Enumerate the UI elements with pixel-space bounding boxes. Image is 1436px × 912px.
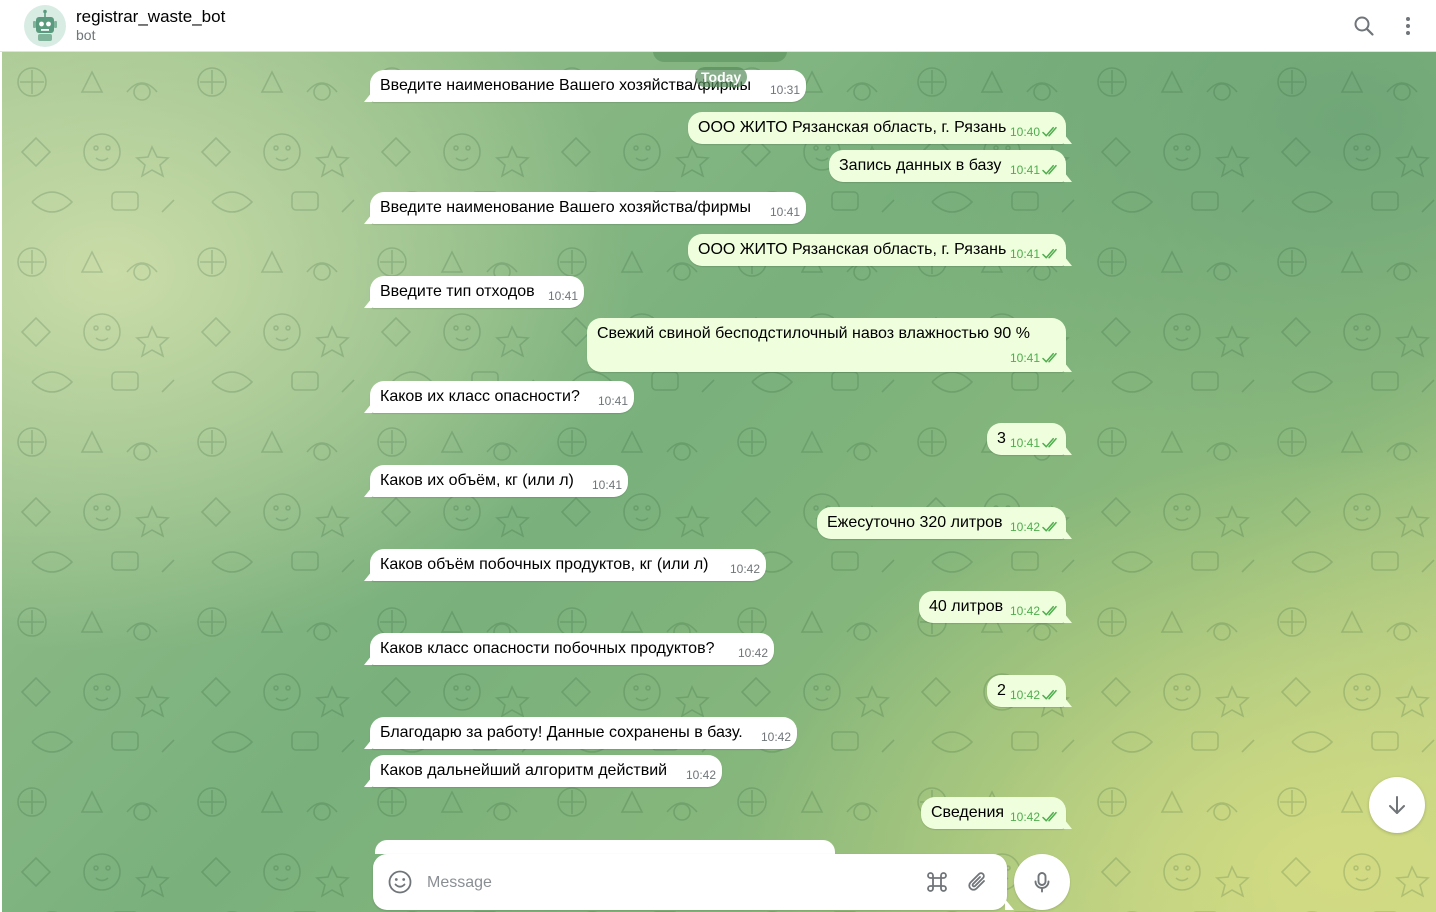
- message-bubble[interactable]: Каков дальнейший алгоритм действий 10:42: [370, 755, 722, 787]
- message-bubble[interactable]: Введите тип отходов 10:41: [370, 276, 584, 308]
- message-time: 10:42: [1009, 688, 1040, 702]
- more-vertical-icon: [1406, 17, 1410, 35]
- command-icon: [927, 872, 947, 892]
- unread-messages-divider: [653, 52, 787, 62]
- message-text: Введите наименование Вашего хозяйства/фи…: [380, 199, 752, 216]
- message-text: Введите тип отходов: [380, 283, 535, 300]
- double-check-icon: [1042, 126, 1057, 137]
- search-button[interactable]: [1351, 13, 1377, 39]
- message-text: 2: [997, 682, 1006, 699]
- message-text: Свежий свиной бесподстилочный навоз влаж…: [597, 325, 1030, 342]
- message-text: Запись данных в базу: [839, 157, 1002, 174]
- message-time: 10:41: [591, 478, 622, 492]
- message-bubble[interactable]: 2 10:42: [987, 675, 1066, 707]
- chat-background: Введите наименование Вашего хозяйства/фи…: [2, 52, 1436, 912]
- message-text: ООО ЖИТО Рязанская область, г. Рязань: [698, 119, 1007, 136]
- message-bubble[interactable]: ООО ЖИТО Рязанская область, г. Рязань 10…: [688, 112, 1066, 144]
- message-text: ООО ЖИТО Рязанская область, г. Рязань: [698, 241, 1007, 258]
- message-time: 10:42: [760, 730, 791, 744]
- chat-header: registrar_waste_bot bot: [0, 0, 1436, 52]
- message-text: Ежесуточно 320 литров: [827, 514, 1003, 531]
- chat-subtitle: bot: [76, 27, 96, 43]
- message-time: 10:41: [1009, 351, 1040, 365]
- message-time: 10:42: [729, 562, 760, 576]
- message-input[interactable]: [425, 868, 909, 898]
- message-bubble[interactable]: Введите наименование Вашего хозяйства/фи…: [370, 192, 806, 224]
- voice-record-button[interactable]: [1014, 854, 1070, 910]
- message-bubble[interactable]: Сведения 10:42: [921, 797, 1066, 829]
- message-bubble[interactable]: Благодарю за работу! Данные сохранены в …: [370, 717, 797, 749]
- message-time: 10:41: [1009, 247, 1040, 261]
- message-bubble[interactable]: Каков объём побочных продуктов, кг (или …: [370, 549, 766, 581]
- arrow-down-icon: [1389, 796, 1405, 814]
- chat-title[interactable]: registrar_waste_bot: [76, 7, 225, 27]
- attach-button[interactable]: [965, 869, 991, 895]
- message-time: 10:41: [1009, 163, 1040, 177]
- double-check-icon: [1042, 605, 1057, 616]
- message-time: 10:41: [769, 205, 800, 219]
- message-time: 10:41: [597, 394, 628, 408]
- message-text: Благодарю за работу! Данные сохранены в …: [380, 724, 743, 741]
- message-text: Сведения: [931, 804, 1005, 821]
- date-divider: Today: [695, 67, 748, 87]
- message-bubble[interactable]: 40 литров 10:42: [919, 591, 1066, 623]
- message-text: Каков их объём, кг (или л): [380, 472, 574, 489]
- message-bubble[interactable]: Каков их объём, кг (или л) 10:41: [370, 465, 628, 497]
- double-check-icon: [1042, 521, 1057, 532]
- message-time: 10:40: [1009, 125, 1040, 139]
- microphone-icon: [1034, 872, 1050, 893]
- message-list[interactable]: Введите наименование Вашего хозяйства/фи…: [2, 52, 1436, 912]
- double-check-icon: [1042, 811, 1057, 822]
- message-time: 10:41: [1009, 436, 1040, 450]
- scroll-to-bottom-button[interactable]: [1369, 777, 1425, 833]
- robot-avatar-icon[interactable]: [24, 5, 66, 47]
- paperclip-icon: [968, 872, 985, 891]
- double-check-icon: [1042, 689, 1057, 700]
- message-text: Каков класс опасности побочных продуктов…: [380, 640, 715, 657]
- message-bubble[interactable]: Каков класс опасности побочных продуктов…: [370, 633, 774, 665]
- message-time: 10:31: [769, 83, 800, 97]
- message-time: 10:42: [1009, 810, 1040, 824]
- message-time: 10:42: [1009, 520, 1040, 534]
- message-bubble-partial[interactable]: [375, 840, 835, 854]
- emoji-button[interactable]: [387, 869, 413, 895]
- double-check-icon: [1042, 248, 1057, 259]
- message-bubble[interactable]: Свежий свиной бесподстилочный навоз влаж…: [587, 318, 1066, 372]
- message-time: 10:42: [1009, 604, 1040, 618]
- message-bubble[interactable]: ООО ЖИТО Рязанская область, г. Рязань 10…: [688, 234, 1066, 266]
- message-bubble[interactable]: Запись данных в базу 10:41: [829, 150, 1066, 182]
- message-bubble[interactable]: 3 10:41: [987, 423, 1066, 455]
- message-text: Каков дальнейший алгоритм действий: [380, 762, 668, 779]
- message-text: Каков объём побочных продуктов, кг (или …: [380, 556, 709, 573]
- message-bubble[interactable]: Ежесуточно 320 литров 10:42: [817, 507, 1066, 539]
- double-check-icon: [1042, 437, 1057, 448]
- message-time: 10:42: [737, 646, 768, 660]
- search-icon: [1354, 16, 1374, 36]
- smile-icon: [388, 870, 412, 894]
- message-text: Каков их класс опасности?: [380, 388, 580, 405]
- bot-commands-button[interactable]: [924, 869, 950, 895]
- more-options-button[interactable]: [1395, 13, 1421, 39]
- double-check-icon: [1042, 164, 1057, 175]
- message-time: 10:42: [685, 768, 716, 782]
- double-check-icon: [1042, 352, 1057, 363]
- message-text: 40 литров: [929, 598, 1004, 615]
- message-time: 10:41: [547, 289, 578, 303]
- message-composer: [373, 854, 1007, 910]
- message-text: 3: [997, 430, 1006, 447]
- message-bubble[interactable]: Каков их класс опасности? 10:41: [370, 381, 634, 413]
